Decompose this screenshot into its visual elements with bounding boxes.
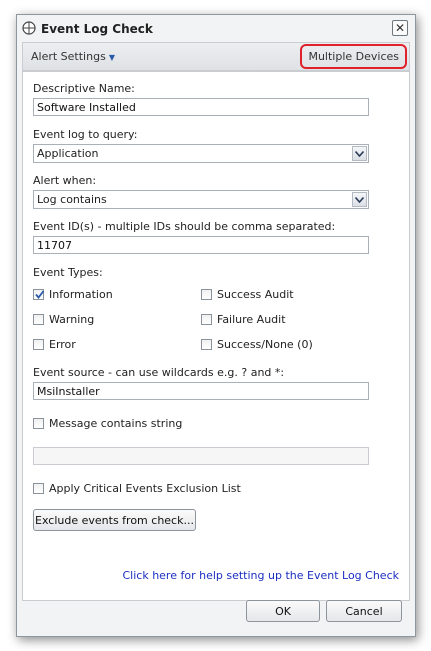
event-source-input[interactable]: MsiInstaller bbox=[33, 382, 369, 400]
checkmark-icon bbox=[35, 290, 45, 299]
ok-label: OK bbox=[275, 604, 291, 618]
event-log-check-dialog: Event Log Check ✕ Alert Settings ▼ Multip… bbox=[16, 14, 416, 637]
dropdown-caret-icon: ▼ bbox=[108, 53, 115, 62]
event-log-label: Event log to query: bbox=[33, 128, 138, 141]
error-checkbox[interactable]: Error bbox=[33, 338, 76, 351]
apply-exclusion-checkbox[interactable]: Apply Critical Events Exclusion List bbox=[33, 482, 241, 495]
descriptive-name-input[interactable]: Software Installed bbox=[33, 98, 369, 116]
event-log-select[interactable]: Application bbox=[33, 144, 369, 163]
checkbox-box[interactable] bbox=[201, 314, 212, 325]
help-link[interactable]: Click here for help setting up the Event… bbox=[122, 569, 399, 582]
checkbox-box[interactable] bbox=[33, 289, 45, 300]
checkbox-box[interactable] bbox=[201, 289, 212, 300]
cancel-button[interactable]: Cancel bbox=[326, 600, 402, 622]
checkbox-box[interactable] bbox=[33, 483, 44, 494]
dialog-title: Event Log Check bbox=[41, 22, 153, 36]
cancel-label: Cancel bbox=[345, 604, 383, 618]
information-label: Information bbox=[49, 288, 113, 301]
error-label: Error bbox=[49, 338, 76, 351]
close-icon: ✕ bbox=[394, 21, 406, 35]
success-audit-checkbox[interactable]: Success Audit bbox=[201, 288, 294, 301]
success-audit-label: Success Audit bbox=[217, 288, 294, 301]
success-none-checkbox[interactable]: Success/None (0) bbox=[201, 338, 313, 351]
multiple-devices-button[interactable]: Multiple Devices bbox=[300, 44, 407, 69]
failure-audit-checkbox[interactable]: Failure Audit bbox=[201, 313, 286, 326]
alert-when-select[interactable]: Log contains bbox=[33, 190, 369, 209]
chevron-down-icon[interactable] bbox=[352, 192, 367, 207]
ok-button[interactable]: OK bbox=[246, 600, 320, 622]
alert-settings-label: Alert Settings bbox=[31, 50, 106, 63]
exclude-events-label: Exclude events from check... bbox=[35, 513, 194, 527]
exclude-events-button[interactable]: Exclude events from check... bbox=[33, 509, 196, 531]
form-panel: Descriptive Name: Software Installed Eve… bbox=[22, 71, 410, 601]
message-string-input[interactable] bbox=[33, 447, 369, 465]
checkbox-box[interactable] bbox=[33, 418, 44, 429]
alert-when-label: Alert when: bbox=[33, 174, 97, 187]
alert-when-value: Log contains bbox=[37, 193, 107, 206]
apply-exclusion-label: Apply Critical Events Exclusion List bbox=[49, 482, 241, 495]
checkbox-box[interactable] bbox=[201, 339, 212, 350]
multiple-devices-label: Multiple Devices bbox=[308, 50, 399, 63]
event-log-value: Application bbox=[37, 147, 99, 160]
failure-audit-label: Failure Audit bbox=[217, 313, 286, 326]
event-ids-label: Event ID(s) - multiple IDs should be com… bbox=[33, 220, 336, 233]
checkbox-box[interactable] bbox=[33, 339, 44, 350]
title-bar: Event Log Check ✕ bbox=[17, 15, 415, 42]
warning-label: Warning bbox=[49, 313, 95, 326]
success-none-label: Success/None (0) bbox=[217, 338, 313, 351]
descriptive-name-label: Descriptive Name: bbox=[33, 82, 135, 95]
message-contains-label: Message contains string bbox=[49, 417, 183, 430]
warning-checkbox[interactable]: Warning bbox=[33, 313, 94, 326]
chevron-down-icon[interactable] bbox=[352, 146, 367, 161]
event-ids-input[interactable]: 11707 bbox=[33, 236, 369, 254]
message-contains-checkbox[interactable]: Message contains string bbox=[33, 417, 182, 430]
alert-settings-menu[interactable]: Alert Settings ▼ bbox=[31, 50, 115, 63]
app-icon bbox=[22, 21, 36, 35]
event-types-label: Event Types: bbox=[33, 266, 103, 279]
checkbox-box[interactable] bbox=[33, 314, 44, 325]
dialog-toolbar: Alert Settings ▼ Multiple Devices bbox=[22, 42, 410, 71]
close-button[interactable]: ✕ bbox=[392, 20, 408, 36]
event-source-label: Event source - can use wildcards e.g. ? … bbox=[33, 366, 285, 379]
information-checkbox[interactable]: Information bbox=[33, 288, 113, 301]
